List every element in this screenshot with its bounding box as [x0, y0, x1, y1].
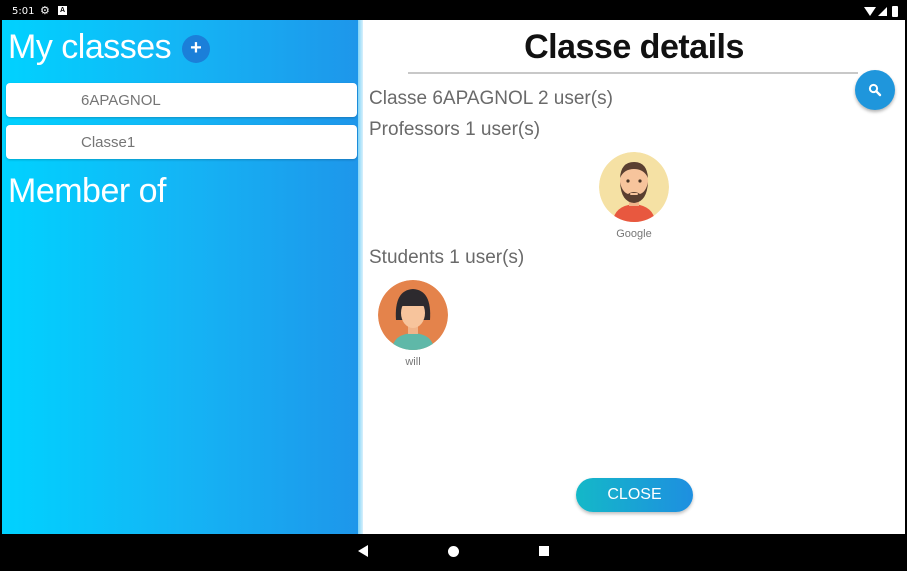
class-card-label: 6APAGNOL [81, 92, 161, 109]
status-bar: 5:01 ⚙ A [2, 2, 905, 20]
class-details-dialog: Classe details Classe 6APAGNOL 2 user(s)… [363, 20, 905, 534]
battery-icon [892, 6, 898, 17]
professors-info: Professors 1 user(s) [369, 119, 541, 140]
plus-icon: + [190, 37, 202, 59]
professor-name: Google [616, 228, 652, 240]
student-item[interactable]: will [368, 280, 458, 368]
member-of-heading: Member of [8, 172, 167, 210]
search-input[interactable] [408, 72, 858, 74]
gear-icon: ⚙ [40, 5, 50, 17]
home-icon[interactable] [448, 546, 459, 557]
my-classes-heading: My classes [8, 28, 172, 66]
class-card-classe1[interactable]: Classe1 [6, 125, 357, 159]
sidebar: My classes + 6APAGNOL Classe1 Member of [2, 20, 360, 534]
signal-icon [878, 7, 887, 16]
a-icon: A [58, 6, 67, 15]
recents-icon[interactable] [539, 546, 549, 556]
student-name: will [405, 356, 421, 368]
woman-avatar-icon [378, 280, 448, 350]
device-frame: 5:01 ⚙ A My classes + 6APAGNOL Classe1 M… [0, 0, 907, 571]
status-time: 5:01 [12, 6, 35, 17]
search-button[interactable] [855, 70, 895, 110]
add-class-button[interactable]: + [182, 35, 210, 63]
details-title: Classe details [524, 28, 744, 66]
class-info: Classe 6APAGNOL 2 user(s) [369, 88, 613, 109]
professor-item[interactable]: Google [589, 152, 679, 240]
class-card-6apagnol[interactable]: 6APAGNOL [6, 83, 357, 117]
navigation-bar [2, 534, 905, 569]
search-icon [868, 83, 882, 97]
back-icon[interactable] [358, 545, 368, 557]
wifi-icon [864, 7, 876, 16]
close-button[interactable]: CLOSE [576, 478, 693, 512]
bearded-man-avatar-icon [599, 152, 669, 222]
class-card-label: Classe1 [81, 134, 136, 151]
students-info: Students 1 user(s) [369, 247, 525, 268]
